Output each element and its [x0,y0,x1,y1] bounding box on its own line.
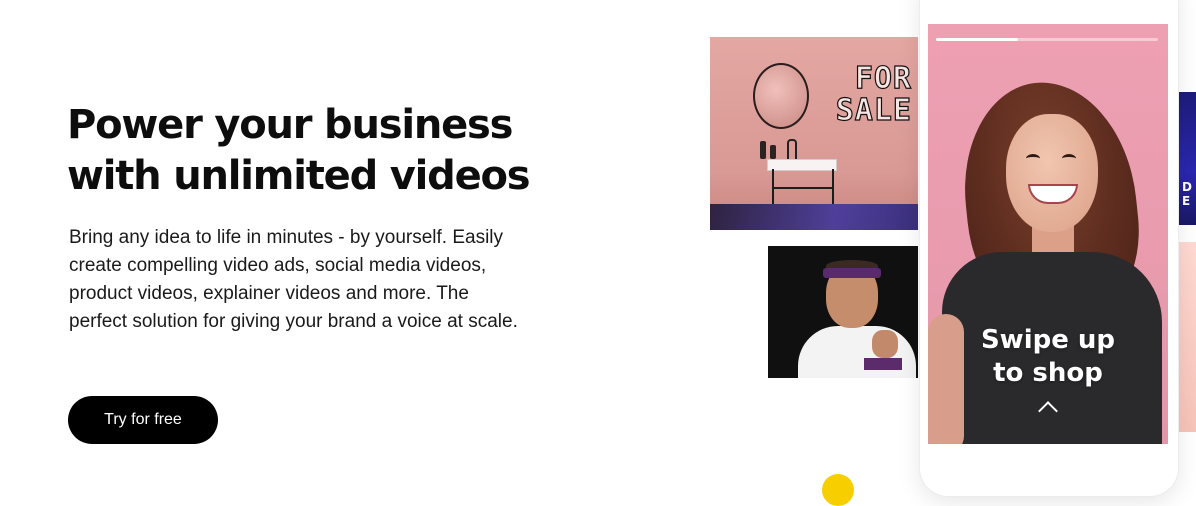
swipe-up-caption: Swipe up to shop [928,324,1168,390]
hero-title-line-2: with unlimited videos [67,153,531,199]
eye-graphic [1062,154,1076,163]
shirt-graphic [798,326,916,378]
floor-graphic [710,204,918,230]
bathroom-video-thumbnail: FOR SALE [710,37,918,230]
accent-dot [822,474,854,506]
edge-thumbnail-text: D E [1182,180,1192,208]
tennis-player-thumbnail [768,246,918,378]
eye-graphic [1026,154,1040,163]
hero-title-line-1: Power your business [67,102,513,148]
story-progress-bar [936,38,1158,41]
swipe-caption-line-2: to shop [993,358,1103,388]
story-progress-fill [936,38,1019,41]
headband-graphic [823,268,881,278]
hero-title: Power your business with unlimited video… [67,100,547,202]
face-graphic [1006,114,1098,232]
phone-video-screen[interactable]: Swipe up to shop [928,24,1168,444]
shelf-graphic [772,187,832,189]
wristband-graphic [864,358,902,370]
fist-graphic [872,330,898,358]
bottle-graphic [760,141,766,159]
phone-mockup: Swipe up to shop [920,0,1178,496]
hero-description: Bring any idea to life in minutes - by y… [69,227,518,332]
try-for-free-button[interactable]: Try for free [68,396,218,444]
edge-video-thumbnail-2 [1179,242,1196,432]
swipe-caption-line-1: Swipe up [980,325,1116,355]
faucet-graphic [787,139,797,161]
edge-video-thumbnail: D E [1179,92,1196,225]
mirror-graphic [753,63,809,129]
for-sale-sign: FOR SALE [835,61,912,128]
bottle-graphic [770,145,776,159]
